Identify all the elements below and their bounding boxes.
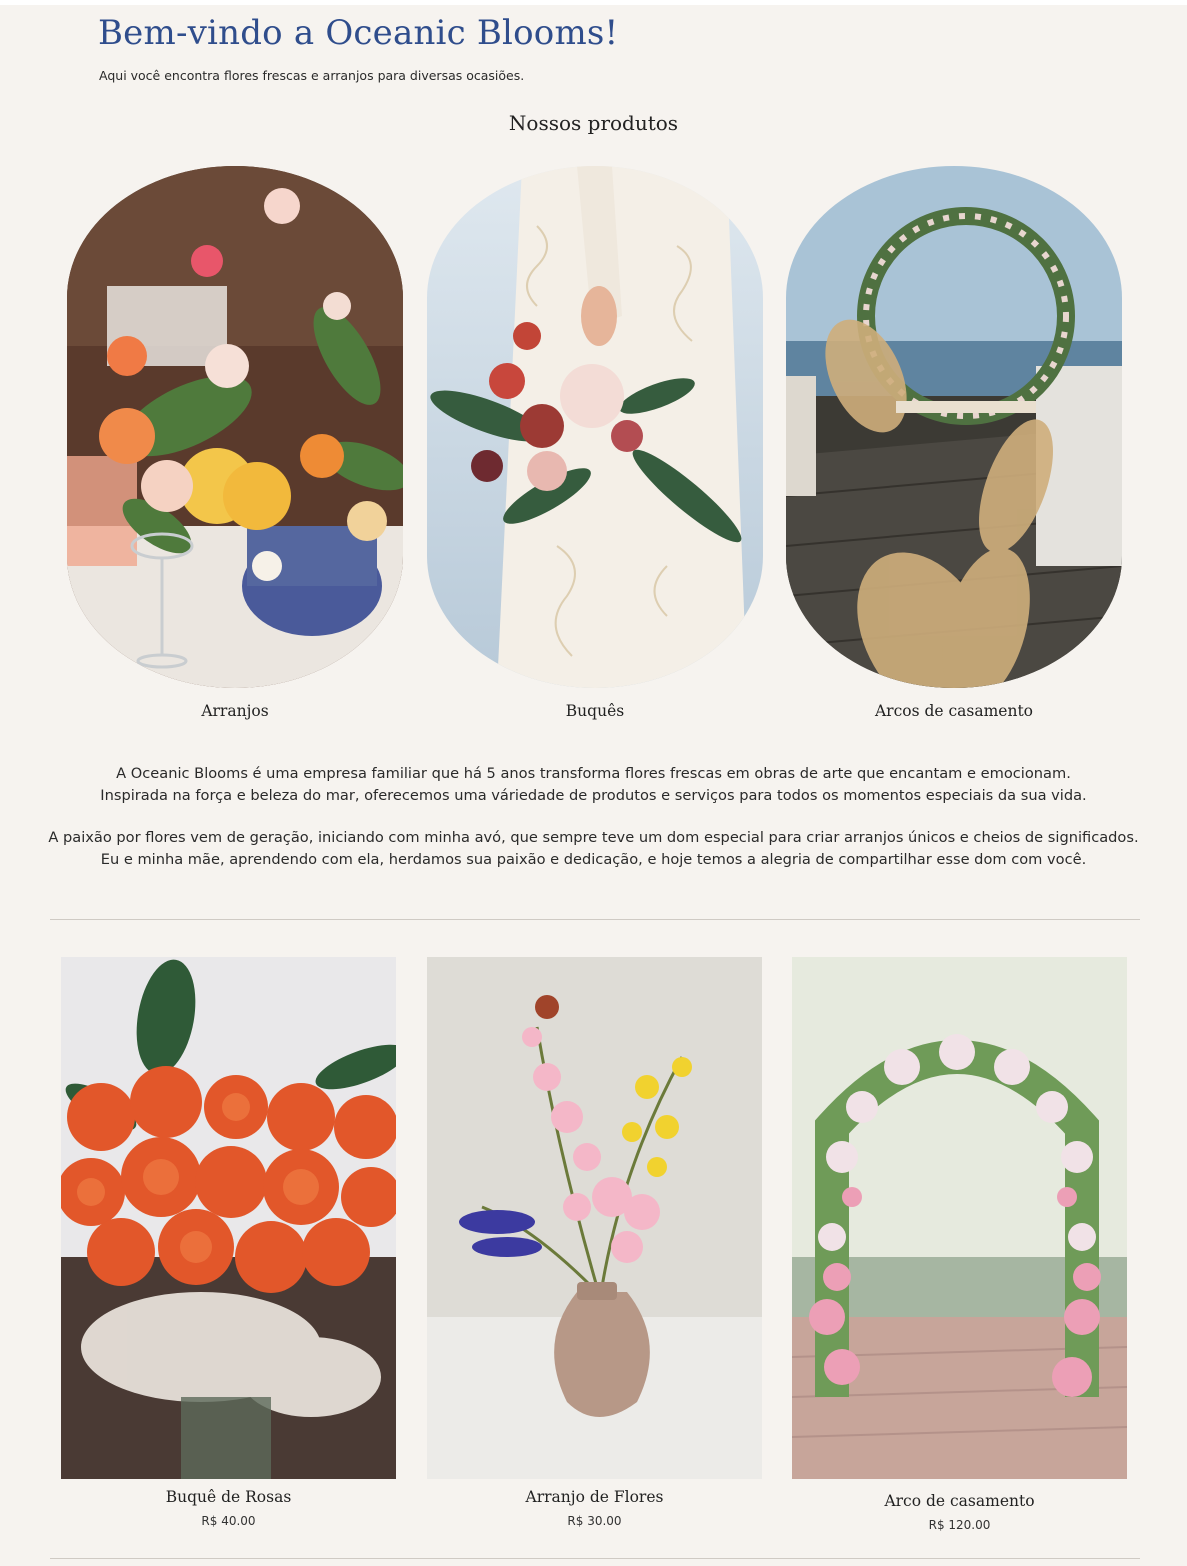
product-price: R$ 120.00 xyxy=(928,1518,991,1532)
beach-arch-image xyxy=(786,166,1122,688)
about-paragraph-line: Inspirada na força e beleza do mar, ofer… xyxy=(100,786,1087,804)
about-paragraph-line: A paixão por flores vem de geração, inic… xyxy=(48,829,1139,846)
about-paragraph-line: Eu e minha mãe, aprendendo com ela, herd… xyxy=(100,850,1087,868)
table-arrangement-image xyxy=(67,166,403,688)
product-price: R$ 40.00 xyxy=(201,1514,256,1528)
vase-flowers-image xyxy=(427,957,762,1479)
bouquet-image xyxy=(427,166,763,688)
category-image-arcos[interactable] xyxy=(786,166,1122,688)
product-image-buque-rosas[interactable] xyxy=(61,957,396,1479)
category-label-arranjos[interactable]: Arranjos xyxy=(67,702,403,720)
product-name[interactable]: Arco de casamento xyxy=(792,1492,1127,1510)
page: Bem-vindo a Oceanic Blooms! Aqui você en… xyxy=(0,5,1187,1566)
garden-arch-image xyxy=(792,957,1127,1479)
category-label-arcos[interactable]: Arcos de casamento xyxy=(786,702,1122,720)
category-image-buques[interactable] xyxy=(427,166,763,688)
page-subtitle: Aqui você encontra flores frescas e arra… xyxy=(99,68,525,83)
category-label-buques[interactable]: Buquês xyxy=(427,702,763,720)
product-image-arco-casamento[interactable] xyxy=(792,957,1127,1479)
product-name[interactable]: Arranjo de Flores xyxy=(427,1488,762,1506)
section-divider xyxy=(50,919,1140,920)
category-image-arranjos[interactable] xyxy=(67,166,403,688)
section-divider xyxy=(50,1558,1140,1559)
roses-image xyxy=(61,957,396,1479)
about-section: A Oceanic Blooms é uma empresa familiar … xyxy=(40,763,1147,870)
page-title: Bem-vindo a Oceanic Blooms! xyxy=(98,13,619,53)
products-heading: Nossos produtos xyxy=(508,111,679,135)
product-name[interactable]: Buquê de Rosas xyxy=(61,1488,396,1506)
about-paragraph-line: A Oceanic Blooms é uma empresa familiar … xyxy=(116,765,1071,782)
product-price: R$ 30.00 xyxy=(567,1514,622,1528)
product-image-arranjo-flores[interactable] xyxy=(427,957,762,1479)
